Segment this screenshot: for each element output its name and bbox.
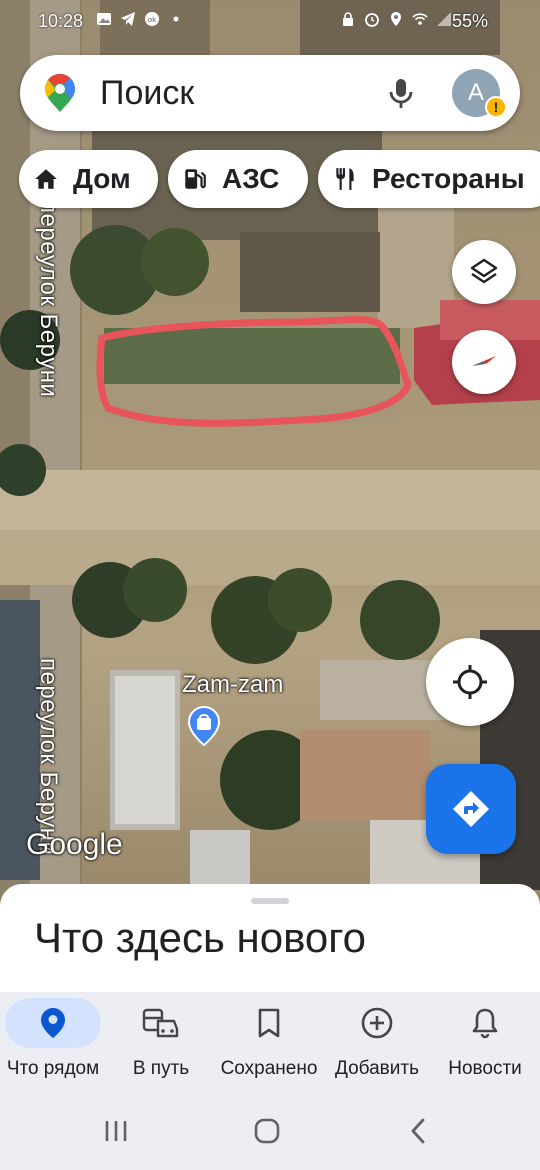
- bookmark-icon: [258, 1008, 280, 1038]
- status-bar: 10:28 ok 55%: [0, 0, 540, 44]
- home-button[interactable]: [249, 1116, 285, 1146]
- search-input[interactable]: [100, 72, 350, 114]
- chip-home[interactable]: Дом: [19, 150, 158, 208]
- gas-station-icon: [185, 169, 206, 189]
- directions-button[interactable]: [426, 764, 516, 854]
- nav-label: В путь: [132, 1058, 190, 1079]
- account-warning-badge: !: [485, 96, 507, 118]
- home-circle-icon: [254, 1118, 280, 1144]
- status-time: 10:28: [38, 11, 84, 31]
- lock-icon: [343, 12, 353, 26]
- recents-icon: [105, 1121, 127, 1141]
- add-circle-icon: [361, 1007, 393, 1039]
- nav-contribute[interactable]: Добавить: [321, 992, 433, 1090]
- my-location-button[interactable]: [426, 638, 514, 726]
- chip-label: Дом: [73, 163, 131, 194]
- place-label[interactable]: Zam-zam: [182, 671, 283, 699]
- nav-label: Добавить: [335, 1058, 419, 1079]
- recent-apps-button[interactable]: [98, 1116, 134, 1146]
- shopping-bag-pin-icon[interactable]: [188, 706, 220, 746]
- battery-level: 55%: [452, 11, 489, 31]
- signal-icon: [437, 12, 451, 26]
- street-label: переулок Беруни: [35, 658, 62, 856]
- layers-button[interactable]: [452, 240, 516, 304]
- sheet-drag-handle[interactable]: [251, 898, 289, 904]
- nav-saved[interactable]: Сохранено: [213, 992, 325, 1090]
- nav-explore[interactable]: Что рядом: [0, 992, 109, 1090]
- google-attribution: Google: [26, 828, 123, 861]
- bell-icon: [472, 1008, 498, 1039]
- chip-gas-station[interactable]: АЗС: [168, 150, 308, 208]
- crosshair-icon: [453, 665, 487, 699]
- home-icon: [35, 169, 57, 189]
- microphone-icon[interactable]: [384, 75, 418, 111]
- restaurant-icon: [336, 168, 354, 190]
- street-label: переулок Беруни: [35, 200, 62, 398]
- sheet-title: Что здесь нового: [34, 914, 367, 961]
- google-maps-logo-icon: [45, 74, 75, 112]
- dot-icon: [173, 16, 179, 22]
- location-icon: [391, 12, 401, 26]
- location-pin-icon: [41, 1008, 65, 1038]
- bottom-sheet[interactable]: Что здесь нового: [0, 884, 540, 994]
- back-chevron-icon: [411, 1118, 425, 1144]
- system-status-icons: [340, 11, 452, 27]
- chip-label: АЗС: [222, 163, 280, 194]
- back-button[interactable]: [400, 1116, 436, 1146]
- app-notification-icon: ok: [145, 12, 159, 26]
- directions-icon: [453, 791, 489, 827]
- nav-updates[interactable]: Новости: [429, 992, 540, 1090]
- search-bar[interactable]: A !: [20, 55, 520, 131]
- telegram-icon: [121, 12, 135, 26]
- bottom-navigation: Что рядом В путь Сохранено Добавить Ново…: [0, 992, 540, 1090]
- alarm-icon: [365, 13, 379, 27]
- nav-label: Новости: [448, 1058, 522, 1079]
- svg-text:ok: ok: [148, 16, 157, 24]
- system-navigation-bar: [0, 1090, 540, 1170]
- nav-label: Сохранено: [220, 1058, 318, 1079]
- nav-active-indicator: [5, 998, 101, 1048]
- compass-icon: [472, 356, 496, 366]
- nav-commute[interactable]: В путь: [105, 992, 217, 1090]
- nav-label: Что рядом: [6, 1058, 100, 1079]
- commute-icon: [142, 1008, 179, 1038]
- notification-icons: ok: [96, 11, 184, 27]
- compass-button[interactable]: [452, 330, 516, 394]
- image-icon: [97, 13, 111, 25]
- chip-restaurants[interactable]: Рестораны: [318, 150, 540, 208]
- chip-label: Рестораны: [372, 163, 525, 194]
- wifi-icon: [412, 13, 428, 25]
- layers-icon: [470, 258, 498, 284]
